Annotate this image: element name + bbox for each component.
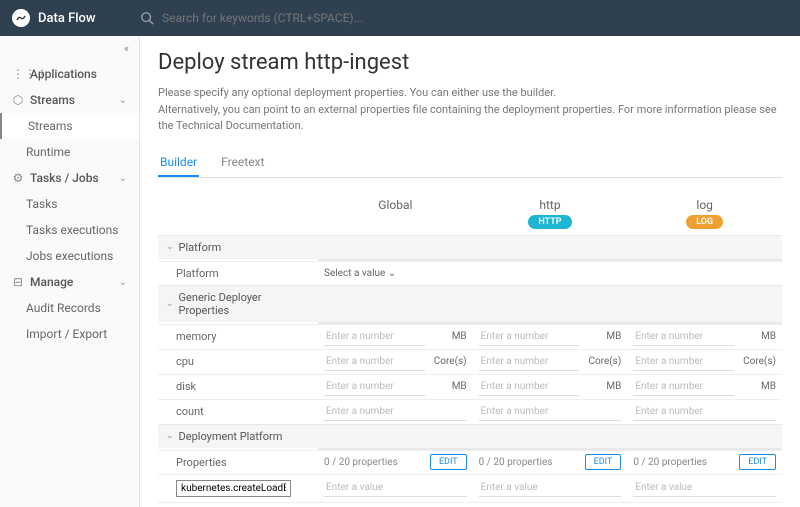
section-generic[interactable]: ⌄Generic Deployer Properties [158,285,318,322]
topbar: Data Flow [0,0,800,36]
page-description: Please specify any optional deployment p… [158,85,782,135]
disk-global-input[interactable] [324,378,425,396]
page-title: Deploy stream http-ingest [158,50,782,75]
memory-log-input[interactable] [633,328,734,346]
row-platform: Platform [158,261,318,285]
cpu-http-input[interactable] [479,353,580,371]
count-log-input[interactable] [633,403,776,421]
col-global: Global [318,192,473,235]
chevron-down-icon: ⌄ [166,431,174,441]
row-cpu: cpu [158,349,318,374]
prop-log-input[interactable] [633,479,776,497]
log-badge: LOG [686,215,723,229]
section-platform[interactable]: ⌄Platform [158,235,318,259]
chevron-down-icon: ⌄ [166,299,174,309]
disk-http-input[interactable] [479,378,580,396]
search-bar[interactable] [140,11,788,25]
col-log: logLOG [627,192,782,235]
edit-button[interactable]: EDIT [739,454,776,470]
property-key-input[interactable] [176,480,291,497]
sidebar-sub-tasks[interactable]: Tasks [0,191,139,217]
chevron-down-icon: ⌄ [119,95,127,106]
manage-icon: ⊟ [12,275,24,289]
sidebar-item-tasks[interactable]: ⚙Tasks / Jobs⌄ [0,165,139,191]
main-content: Deploy stream http-ingest Please specify… [140,36,800,507]
count-http-input[interactable] [479,403,622,421]
tab-builder[interactable]: Builder [158,149,199,177]
cpu-global-input[interactable] [324,353,425,371]
sidebar-sub-streams[interactable]: Streams [0,113,139,139]
collapse-sidebar-icon[interactable]: « [0,36,139,61]
tabs: Builder Freetext [158,149,782,178]
tasks-icon: ⚙ [12,171,24,185]
logo: Data Flow [12,9,140,27]
sidebar-item-applications[interactable]: ⋮⋮⋮Applications [0,61,139,87]
search-icon [140,11,154,25]
prop-global-input[interactable] [324,479,467,497]
chevron-down-icon: ⌄ [166,242,174,252]
sidebar-sub-runtime[interactable]: Runtime [0,139,139,165]
sidebar-sub-tasks-exec[interactable]: Tasks executions [0,217,139,243]
grid-icon: ⋮⋮⋮ [12,67,24,81]
sidebar-item-streams[interactable]: ⬡Streams⌄ [0,87,139,113]
sidebar-item-manage[interactable]: ⊟Manage⌄ [0,269,139,295]
disk-log-input[interactable] [633,378,734,396]
prop-http-input[interactable] [479,479,622,497]
edit-button[interactable]: EDIT [585,454,622,470]
memory-http-input[interactable] [479,328,580,346]
sidebar-sub-audit[interactable]: Audit Records [0,295,139,321]
builder-grid: Global httpHTTP logLOG ⌄Platform Platfor… [158,192,782,507]
row-disk: disk [158,374,318,399]
row-k8s-input [158,474,318,502]
tab-freetext[interactable]: Freetext [219,149,266,177]
sidebar-sub-import[interactable]: Import / Export [0,321,139,347]
sidebar-sub-jobs-exec[interactable]: Jobs executions [0,243,139,269]
chevron-down-icon: ⌄ [119,277,127,288]
app-name: Data Flow [38,11,96,26]
stream-icon: ⬡ [12,93,24,107]
logo-icon [12,9,30,27]
memory-global-input[interactable] [324,328,425,346]
row-count: count [158,399,318,424]
count-global-input[interactable] [324,403,467,421]
platform-select[interactable]: Select a value ⌄ [324,268,396,279]
row-properties: Properties [158,450,318,474]
chevron-down-icon: ⌄ [119,173,127,184]
section-deploy[interactable]: ⌄Deployment Platform [158,424,318,448]
edit-button[interactable]: EDIT [430,454,467,470]
col-http: httpHTTP [473,192,628,235]
search-input[interactable] [162,11,462,25]
row-memory: memory [158,324,318,349]
http-badge: HTTP [528,215,571,229]
cpu-log-input[interactable] [633,353,734,371]
sidebar: « ⋮⋮⋮Applications ⬡Streams⌄ Streams Runt… [0,36,140,507]
